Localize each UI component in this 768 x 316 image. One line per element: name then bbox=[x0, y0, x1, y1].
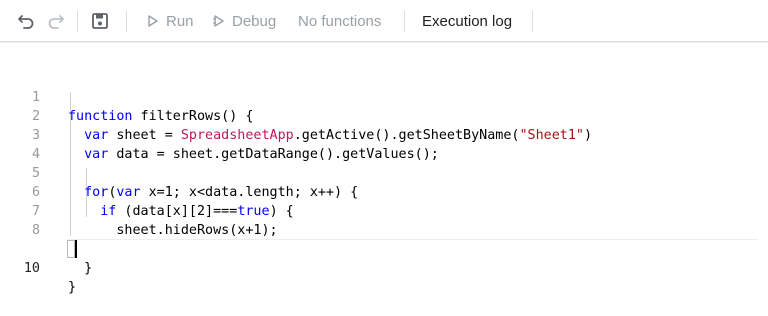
toolbar-divider bbox=[77, 11, 78, 32]
code-line: 4 bbox=[0, 126, 768, 162]
run-label: Run bbox=[166, 12, 194, 30]
code-editor[interactable]: 1 function filterRows() { 2 var sheet = … bbox=[0, 42, 768, 305]
undo-icon[interactable] bbox=[16, 11, 36, 31]
code-line: 6 if (data[x][2]===true) { bbox=[0, 164, 768, 219]
toolbar-divider bbox=[126, 11, 127, 32]
function-select-value: No functions bbox=[298, 12, 382, 30]
line-number: 10 bbox=[23, 261, 40, 276]
editor-toolbar: Run Debug No functions Execution log bbox=[0, 0, 768, 42]
execution-log-button[interactable]: Execution log bbox=[422, 10, 512, 32]
bracket-match-highlight bbox=[67, 240, 75, 258]
function-select[interactable]: No functions bbox=[298, 10, 381, 32]
code-line-current: 10 } bbox=[0, 240, 768, 295]
redo-icon[interactable] bbox=[46, 11, 66, 31]
debug-button[interactable]: Debug bbox=[211, 10, 276, 32]
code-line: 9 } bbox=[0, 221, 768, 276]
code-line: 2 var sheet = SpreadsheetApp.getActive()… bbox=[0, 88, 768, 143]
run-button[interactable]: Run bbox=[145, 10, 194, 32]
code-line: 1 function filterRows() { bbox=[0, 69, 768, 124]
debug-label: Debug bbox=[232, 12, 277, 30]
code-line: 7 sheet.hideRows(x+1); bbox=[0, 183, 768, 238]
text-cursor bbox=[75, 240, 77, 258]
toolbar-divider bbox=[404, 11, 405, 32]
execution-log-label: Execution log bbox=[422, 12, 513, 30]
debug-icon bbox=[213, 15, 224, 27]
save-icon[interactable] bbox=[90, 11, 110, 31]
line-text: } bbox=[68, 280, 77, 295]
code-line: 8 } bbox=[0, 202, 768, 257]
play-icon bbox=[148, 15, 158, 27]
code-line: 5 for(var x=1; x<data.length; x++) { bbox=[0, 145, 768, 200]
toolbar-divider bbox=[532, 11, 533, 32]
line-text: } bbox=[68, 261, 93, 276]
code-line: 3 var data = sheet.getDataRange().getVal… bbox=[0, 107, 768, 162]
